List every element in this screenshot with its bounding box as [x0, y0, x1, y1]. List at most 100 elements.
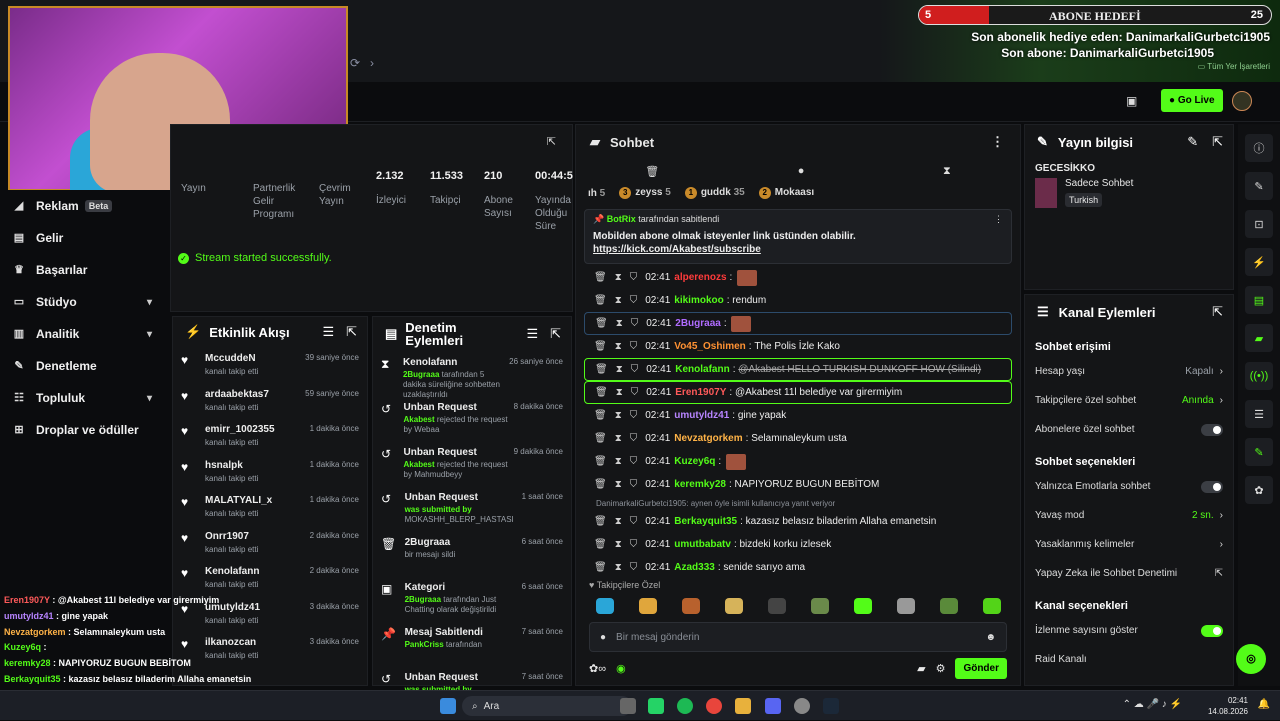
- discord-icon[interactable]: [765, 698, 781, 714]
- subs-only-toggle[interactable]: [1201, 423, 1223, 436]
- sidebar-item-gelir[interactable]: ▤ Gelir: [0, 222, 170, 254]
- taskbar-clock[interactable]: 02:41 14.08.2026: [1208, 695, 1248, 717]
- chat-message[interactable]: 🗑 ⧗ ⛉ 02:41 Nevzatgorkem: Selamınaleykum ust…: [584, 427, 1012, 450]
- trash-icon[interactable]: 🗑: [594, 562, 607, 573]
- edit-icon[interactable]: ✎: [1245, 172, 1273, 200]
- hourglass-icon[interactable]: ⧗: [615, 295, 622, 306]
- info-icon[interactable]: ⓘ: [1245, 134, 1273, 162]
- shield-icon[interactable]: ⛉: [630, 410, 638, 421]
- hourglass-icon[interactable]: ⧗: [615, 479, 622, 490]
- trash-icon[interactable]: 🗑: [594, 272, 607, 283]
- chat-bubble-icon[interactable]: ▰: [917, 662, 925, 675]
- moderation-item[interactable]: 📌 Mesaj Sabitlendi PankCriss tarafından 7 s…: [373, 621, 571, 666]
- chat-message[interactable]: 🗑 ⧗ ⛉ 02:41 kikimokoo: rendum: [584, 289, 1012, 312]
- document-icon[interactable]: ▤: [1245, 286, 1273, 314]
- emote[interactable]: [896, 598, 915, 614]
- chat-bubble-icon[interactable]: ●: [798, 165, 805, 177]
- emote[interactable]: [810, 598, 829, 614]
- sidebar-item-droplar[interactable]: ⊞ Droplar ve ödüller: [0, 414, 170, 446]
- trash-icon[interactable]: 🗑: [594, 479, 607, 490]
- message-user[interactable]: Kuzey6q: [674, 456, 715, 467]
- popout-icon[interactable]: ⇱: [1212, 304, 1223, 320]
- steam-icon[interactable]: [823, 698, 839, 714]
- shield-icon[interactable]: ⛉: [630, 479, 638, 490]
- chat-message[interactable]: 🗑 ⧗ ⛉ 02:41 Eren1907Y: @Akabest 11l belediye…: [584, 381, 1012, 404]
- chat-bubble-icon[interactable]: ▰: [1245, 324, 1273, 352]
- shield-icon[interactable]: ⛉: [631, 387, 639, 398]
- moderation-item[interactable]: ⧗ Kenolafann 2Bugraaa tarafından 5 dakika …: [373, 351, 571, 399]
- filter-icon[interactable]: ☰: [322, 324, 334, 340]
- chat-message[interactable]: 🗑 ⧗ ⛉ 02:41 keremky28: NAPIYORUZ BUGUN BEBİT…: [584, 473, 1012, 496]
- shield-icon[interactable]: ⛉: [631, 364, 639, 375]
- shield-icon[interactable]: ⛉: [630, 272, 638, 283]
- hourglass-icon[interactable]: ⧗: [615, 562, 622, 573]
- chrome-icon[interactable]: [706, 698, 722, 714]
- sidebar-item-basarilar[interactable]: ♛ Başarılar: [0, 254, 170, 286]
- kick-icon[interactable]: ◉: [616, 662, 626, 675]
- leaderboard-entry[interactable]: 3 zeyss 5: [619, 187, 671, 199]
- slow-mode-row[interactable]: Yavaş mod 2 sn. ›: [1025, 501, 1233, 530]
- trash-icon[interactable]: 🗑: [645, 165, 659, 178]
- chat-message[interactable]: 🗑 ⧗ ⛉ 02:41 Kenolafann: @Akabest HELLO TURKI…: [584, 358, 1012, 381]
- message-user[interactable]: alperenozs: [674, 272, 726, 283]
- shield-icon[interactable]: ⛉: [631, 318, 639, 329]
- chat-message[interactable]: 🗑 ⧗ ⛉ 02:41 2Bugraaa:: [584, 312, 1012, 335]
- message-user[interactable]: Kenolafann: [675, 364, 729, 375]
- moderation-item[interactable]: ↺ Unban Request Akabest rejected the reque…: [373, 441, 571, 486]
- popout-icon[interactable]: ⇱: [550, 326, 561, 342]
- leaderboard-entry[interactable]: ıh 5: [588, 188, 605, 199]
- chat-message[interactable]: 🗑 ⧗ ⛉ 02:41 Kuzey6q:: [584, 450, 1012, 473]
- trash-icon[interactable]: 🗑: [594, 410, 607, 421]
- hourglass-icon[interactable]: ⧗: [615, 456, 622, 467]
- chat-message[interactable]: 🗑 ⧗ ⛉ 02:41 Azad333: senide sarıyo ama: [584, 556, 1012, 579]
- activity-item[interactable]: ♥ Onrr1907 kanalı takip etti 2 dakika önce: [173, 525, 367, 561]
- trash-icon[interactable]: 🗑: [594, 539, 607, 550]
- hourglass-icon[interactable]: ⧗: [615, 272, 622, 283]
- emoji-icon[interactable]: ☻: [985, 632, 996, 643]
- chat-message[interactable]: 🗑 ⧗ ⛉ 02:41 alperenozs:: [584, 266, 1012, 289]
- more-icon[interactable]: ⋮: [994, 214, 1003, 225]
- raid-channel-row[interactable]: Raid Kanalı: [1025, 645, 1233, 674]
- trash-icon[interactable]: 🗑: [594, 516, 607, 527]
- activity-item[interactable]: ♥ Kenolafann kanalı takip etti 2 dakika önc…: [173, 560, 367, 596]
- go-live-button[interactable]: ● Go Live: [1161, 89, 1223, 112]
- chat-message[interactable]: 🗑 ⧗ ⛉ 02:41 umutbabatv: bizdeki korku izlese…: [584, 533, 1012, 556]
- chat-input[interactable]: ● Bir mesaj gönderin ☻: [589, 622, 1007, 652]
- message-user[interactable]: Nevzatgorkem: [674, 433, 742, 444]
- message-user[interactable]: umutbabatv: [674, 539, 731, 550]
- taskbar-search[interactable]: ⌕ Ara: [462, 696, 632, 716]
- emote[interactable]: [853, 598, 872, 614]
- hourglass-icon[interactable]: ⧗: [616, 318, 623, 329]
- moderation-item[interactable]: ↺ Unban Request Akabest rejected the reque…: [373, 396, 571, 441]
- sidebar-item-studyo[interactable]: ▭ Stüdyo ▾: [0, 286, 170, 318]
- activity-item[interactable]: ♥ MALATYALI_x kanalı takip etti 1 dakika ön…: [173, 489, 367, 525]
- popout-icon[interactable]: ⇱: [346, 324, 357, 340]
- message-user[interactable]: 2Bugraaa: [675, 318, 721, 329]
- message-user[interactable]: kikimokoo: [674, 295, 723, 306]
- trash-icon[interactable]: 🗑: [594, 433, 607, 444]
- trash-icon[interactable]: 🗑: [595, 364, 608, 375]
- shield-icon[interactable]: ⛉: [630, 516, 638, 527]
- shield-icon[interactable]: ⛉: [630, 295, 638, 306]
- followers-only-row[interactable]: Takipçilere özel sohbet Anında ›: [1025, 386, 1233, 415]
- chat-message[interactable]: 🗑 ⧗ ⛉ 02:41 Berkayquit35: kazasız belasız bi…: [584, 510, 1012, 533]
- moderation-item[interactable]: 🗑 2Bugraaa bir mesajı sildi 6 saat önce: [373, 531, 571, 576]
- trash-icon[interactable]: 🗑: [594, 341, 607, 352]
- broadcast-icon[interactable]: ((•)): [1245, 362, 1273, 390]
- viewer-count-toggle[interactable]: [1201, 624, 1223, 637]
- more-icon[interactable]: ⋮: [991, 134, 1004, 150]
- gear-icon[interactable]: ⚙: [936, 662, 946, 675]
- activity-item[interactable]: ♥ MccuddeN kanalı takip etti 39 saniye önce: [173, 347, 367, 383]
- emote[interactable]: [939, 598, 958, 614]
- hourglass-icon[interactable]: ⧗: [943, 165, 951, 178]
- task-view-icon[interactable]: [620, 698, 636, 714]
- chat-message[interactable]: 🗑 ⧗ ⛉ 02:41 Vo45_Oshimen: The Polis İzle Kak…: [584, 335, 1012, 358]
- message-user[interactable]: Berkayquit35: [674, 516, 737, 527]
- hourglass-icon[interactable]: ⧗: [615, 410, 622, 421]
- wrench-icon[interactable]: ✎: [1245, 438, 1273, 466]
- folder-icon[interactable]: [735, 698, 751, 714]
- moderation-item[interactable]: ↺ Unban Request was submitted by MOKASHH_B…: [373, 486, 571, 531]
- spotify-icon[interactable]: [677, 698, 693, 714]
- trash-icon[interactable]: 🗑: [594, 295, 607, 306]
- emote[interactable]: [767, 598, 786, 614]
